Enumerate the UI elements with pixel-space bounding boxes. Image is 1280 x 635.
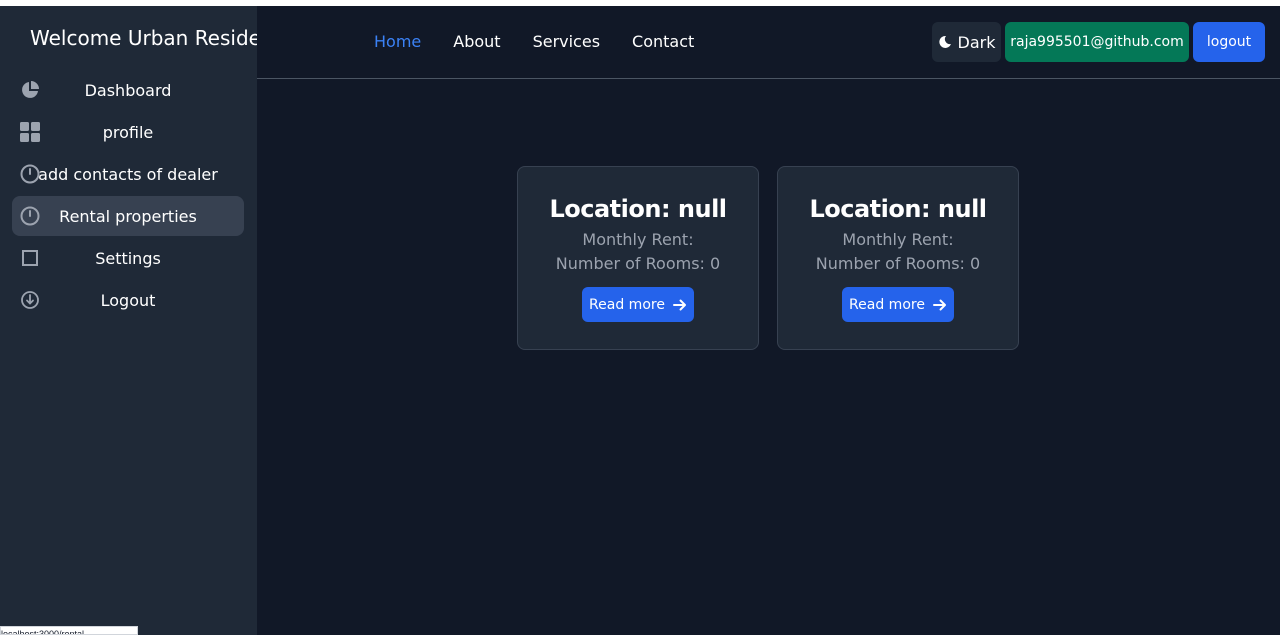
main-nav: Home About Services Contact [374, 32, 726, 51]
card-title: Location: null [549, 195, 727, 223]
card-rooms: Number of Rooms: 0 [815, 254, 981, 273]
read-more-button[interactable]: Read more [582, 287, 694, 322]
sidebar-item-settings[interactable]: Settings [12, 238, 244, 278]
clock-icon [20, 164, 40, 184]
nav-home-link[interactable]: Home [374, 32, 421, 51]
sidebar-menu: Dashboard profile add contacts of dealer… [12, 70, 244, 322]
property-card: Location: null Monthly Rent: Number of R… [777, 166, 1019, 350]
sidebar-item-label: add contacts of dealer [38, 164, 218, 184]
sidebar-item-rental-properties[interactable]: Rental properties [12, 196, 244, 236]
sidebar-item-label: Dashboard [84, 80, 172, 100]
top-navbar: Home About Services Contact Dark raja995… [257, 6, 1280, 79]
read-more-button[interactable]: Read more [842, 287, 954, 322]
read-more-label: Read more [849, 296, 925, 313]
sidebar-item-dashboard[interactable]: Dashboard [12, 70, 244, 110]
nav-about-link[interactable]: About [453, 32, 500, 51]
nav-services-link[interactable]: Services [533, 32, 600, 51]
arrow-circle-down-icon [20, 290, 40, 310]
sidebar-item-label: Logout [100, 290, 156, 310]
pie-chart-icon [20, 80, 40, 100]
sidebar-item-profile[interactable]: profile [12, 112, 244, 152]
read-more-label: Read more [589, 296, 665, 313]
arrow-right-icon [672, 299, 686, 310]
card-rooms: Number of Rooms: 0 [555, 254, 721, 273]
sidebar-item-add-contacts[interactable]: add contacts of dealer [12, 154, 244, 194]
sidebar-item-label: Rental properties [59, 206, 197, 226]
moon-icon [938, 35, 951, 48]
sidebar-title: Welcome Urban Resident [30, 26, 282, 50]
sidebar: Welcome Urban Resident Dashboard profile… [0, 6, 281, 635]
theme-toggle-button[interactable]: Dark [932, 22, 1001, 62]
property-card: Location: null Monthly Rent: Number of R… [517, 166, 759, 350]
sidebar-item-logout[interactable]: Logout [12, 280, 244, 320]
sidebar-item-label: profile [102, 122, 154, 142]
sidebar-item-label: Settings [95, 248, 161, 268]
browser-status-bar: localhost:3000/rental [0, 626, 138, 635]
card-monthly-rent: Monthly Rent: [582, 230, 694, 249]
grid-icon [20, 122, 40, 142]
clock-icon [20, 206, 40, 226]
nav-contact-link[interactable]: Contact [632, 32, 694, 51]
user-email-button[interactable]: raja995501@github.com [1005, 22, 1189, 62]
card-monthly-rent: Monthly Rent: [842, 230, 954, 249]
logout-button[interactable]: logout [1193, 22, 1265, 62]
square-icon [20, 248, 40, 268]
theme-toggle-label: Dark [957, 32, 996, 52]
card-title: Location: null [809, 195, 987, 223]
arrow-right-icon [932, 299, 946, 310]
